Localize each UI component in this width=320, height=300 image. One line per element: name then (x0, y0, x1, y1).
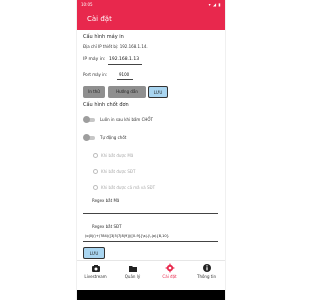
capture-config-title: Cấu hình chốt đơn (83, 102, 129, 108)
port-label: Port máy in: (83, 72, 108, 77)
nav-livestream-label: Livestream (84, 274, 107, 279)
nav-settings[interactable]: Cài đặt (151, 263, 188, 287)
radio-phone[interactable] (93, 169, 98, 174)
status-bar: 10:05 ▾ ◢ ▮ (77, 0, 225, 10)
status-time: 10:05 (81, 2, 93, 7)
regex-code-label: Regex bắt Mã (92, 198, 120, 203)
wifi-icon: ▾ (208, 2, 212, 7)
regex-code-underline (83, 213, 218, 214)
printer-ip-underline (108, 64, 142, 65)
nav-info[interactable]: Thông tin (188, 263, 225, 287)
always-print-toggle[interactable] (83, 116, 95, 124)
regex-code-input[interactable] (85, 206, 218, 212)
printer-ip-label: IP máy in: (83, 57, 106, 62)
nav-settings-label: Cài đặt (162, 274, 177, 279)
gear-icon (165, 263, 174, 273)
nav-info-label: Thông tin (197, 274, 216, 279)
radio-code-label: Khi bắt được Mã (101, 153, 134, 158)
auto-capture-toggle[interactable] (83, 134, 95, 142)
nav-livestream[interactable]: Livestream (77, 263, 114, 287)
printer-ip-input[interactable]: 192.168.1.13 (109, 57, 139, 62)
system-navigation-bar (77, 290, 225, 300)
auto-capture-label: Tự động chốt (100, 135, 127, 140)
regex-phone-underline (83, 241, 218, 242)
capture-save-button[interactable]: LƯU (83, 247, 105, 259)
folder-icon (128, 266, 137, 272)
regex-phone-input[interactable]: (o|0|(\+)?84)([3|5|7|8|9])([0-9]{\s|-|\.… (85, 234, 169, 238)
signal-icon: ◢ (212, 2, 217, 7)
bottom-nav: Livestream Quản lý Cài đặt Thông tin (77, 260, 225, 291)
radio-phone-label: Khi bắt được SĐT (101, 169, 136, 174)
status-icons: ▾ ◢ ▮ (209, 0, 221, 10)
test-print-button[interactable]: In thử (83, 86, 105, 98)
radio-both[interactable] (93, 185, 98, 190)
device-ip-text: Địa chỉ IP thiết bị: 192.168.1.14. (83, 44, 148, 49)
printer-config-title: Cấu hình máy in (83, 34, 124, 40)
guide-button[interactable]: Hướng dẫn (108, 86, 146, 98)
app-bar: Cài đặt (77, 10, 225, 30)
page-title: Cài đặt (87, 15, 112, 23)
port-underline (117, 79, 133, 80)
radio-both-label: Khi bắt được cả mã và SĐT (101, 185, 156, 190)
port-input[interactable]: 9100 (119, 72, 129, 77)
phone-screen: 10:05 ▾ ◢ ▮ Cài đặt Cấu hình máy in Địa … (76, 0, 226, 300)
printer-save-button[interactable]: LƯU (148, 86, 168, 98)
battery-icon: ▮ (218, 2, 221, 7)
camera-icon (91, 265, 100, 272)
always-print-label: Luôn in sau khi bấm CHỐT (100, 117, 153, 122)
nav-manage[interactable]: Quản lý (114, 263, 151, 287)
info-icon (202, 264, 211, 272)
nav-manage-label: Quản lý (124, 274, 141, 279)
page: 10:05 ▾ ◢ ▮ Cài đặt Cấu hình máy in Địa … (0, 0, 300, 300)
radio-code[interactable] (93, 153, 98, 158)
regex-phone-label: Regex bắt SĐT (92, 224, 122, 229)
